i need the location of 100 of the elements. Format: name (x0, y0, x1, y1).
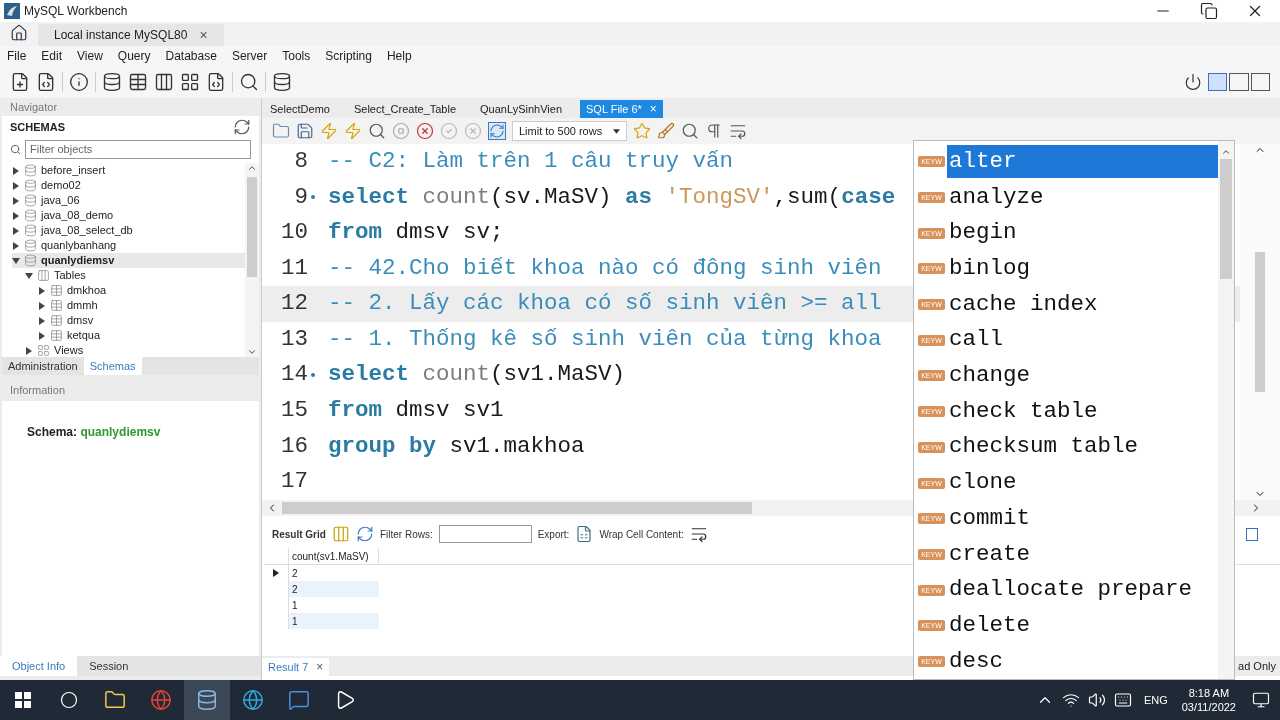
columns-icon[interactable] (154, 72, 174, 92)
database-icon[interactable] (272, 72, 292, 92)
pilcrow-icon[interactable] (705, 122, 723, 140)
scroll-thumb[interactable] (1220, 159, 1232, 279)
menu-item[interactable]: View (77, 47, 103, 65)
schema-info: Schema: quanlydiemsv (27, 425, 161, 439)
notification-icon[interactable] (1252, 691, 1270, 709)
filter-label: Filter Rows: (379, 527, 433, 542)
volume-icon[interactable] (1087, 691, 1106, 709)
tab-close-icon[interactable]: × (649, 100, 657, 118)
panel-tab[interactable]: Schemas (83, 357, 142, 375)
database-icon[interactable] (102, 72, 122, 92)
tree-item[interactable]: dmkhoa (38, 283, 245, 298)
tree-item[interactable]: java_06 (12, 193, 245, 208)
tree-item[interactable]: quanlybanhang (12, 238, 245, 253)
scroll-thumb[interactable] (247, 177, 257, 277)
browser-icon[interactable] (150, 689, 172, 711)
tree-item[interactable]: quanlydiemsv (12, 253, 245, 268)
menu-item[interactable]: Scripting (325, 47, 372, 65)
file-icon[interactable] (36, 72, 56, 92)
scroll-down-icon[interactable] (247, 347, 257, 357)
menu-item[interactable]: Tools (282, 47, 311, 65)
scrollbar[interactable] (245, 163, 259, 357)
code-line: -- 2. Lấy các khoa có số sinh viên >= all (328, 289, 882, 319)
result-tab[interactable]: Result 7 × (262, 658, 330, 676)
panel-tab[interactable]: Administration (2, 357, 84, 375)
table-icon (50, 329, 63, 342)
scroll-up-icon[interactable] (1221, 147, 1231, 157)
table-cell: 1 (289, 613, 379, 629)
app-logo-icon (4, 3, 20, 19)
limit-select[interactable]: Limit to 500 rows (512, 121, 627, 141)
tree-item[interactable]: dmsv (38, 313, 245, 328)
scrollbar[interactable] (1218, 141, 1234, 679)
grid-icon[interactable] (180, 72, 200, 92)
code-line: select count(sv1.MaSV) (328, 360, 626, 390)
tree-item[interactable]: Tables (25, 268, 245, 283)
power-icon[interactable] (1184, 73, 1202, 91)
clock[interactable]: 8:18 AM 03/11/2022 (1181, 686, 1236, 714)
tree-item[interactable]: demo02 (12, 178, 245, 193)
menu-item[interactable]: Help (386, 47, 412, 65)
tree-item[interactable]: java_08_select_db (12, 223, 245, 238)
menu-item[interactable]: File (7, 47, 27, 65)
refresh-icon[interactable] (355, 525, 374, 543)
filter-field[interactable] (438, 525, 532, 543)
folder-icon[interactable] (104, 689, 126, 711)
tab-close-icon[interactable]: × (199, 24, 208, 46)
connection-tab[interactable]: Local instance MySQL80 × (38, 24, 224, 46)
panel-tab[interactable]: Object Info (0, 656, 78, 676)
tree-item[interactable]: java_08_demo (12, 208, 245, 223)
editor-tab[interactable]: SelectDemo (264, 100, 336, 118)
tree-item[interactable]: Views (25, 343, 245, 357)
editor-tab[interactable]: QuanLySinhVien (474, 100, 568, 118)
scrollbar[interactable] (1240, 144, 1280, 500)
tree-label: java_06 (41, 193, 80, 209)
panel-toggle-icon[interactable] (1246, 527, 1258, 541)
menu-item[interactable]: Database (165, 47, 217, 65)
tree-label: dmsv (67, 313, 94, 329)
layout-toggle[interactable] (1208, 73, 1270, 91)
home-icon[interactable] (10, 24, 28, 42)
line-number: 8 (294, 146, 308, 176)
wrap-icon[interactable] (729, 122, 747, 140)
autocommit-icon[interactable] (488, 122, 506, 140)
editor-tab[interactable]: Select_Create_Table (347, 100, 463, 118)
error-toggle-icon[interactable] (416, 122, 434, 140)
function-icon[interactable] (206, 72, 226, 92)
scroll-up-icon[interactable] (247, 163, 257, 173)
wrap-icon[interactable] (689, 525, 708, 543)
restore-icon[interactable] (1200, 2, 1218, 20)
editor-tab[interactable]: SQL File 6* × (580, 100, 663, 118)
save-icon[interactable] (296, 122, 314, 140)
brush-icon[interactable] (657, 122, 675, 140)
tab-close-icon[interactable]: × (316, 658, 324, 676)
window-title: MySQL Workbench (24, 3, 128, 20)
code-line: from dmsv sv; (328, 218, 504, 248)
browser-icon[interactable] (242, 689, 264, 711)
filter-field[interactable]: Filter objects (25, 139, 251, 159)
table-icon[interactable] (128, 72, 148, 92)
menu-item[interactable]: Query (117, 47, 151, 65)
language-indicator[interactable]: ENG (1143, 691, 1168, 709)
refresh-icon[interactable] (233, 118, 251, 136)
star-icon[interactable] (633, 122, 651, 140)
menu-item[interactable]: Server (231, 47, 268, 65)
scroll-thumb[interactable] (1255, 252, 1265, 392)
database-icon (24, 224, 37, 237)
chat-icon[interactable] (288, 689, 310, 711)
scroll-thumb[interactable] (282, 502, 752, 514)
tree-item[interactable]: ketqua (38, 328, 245, 343)
tree-item[interactable]: before_insert (12, 163, 245, 178)
export-icon[interactable] (575, 525, 594, 543)
code-line: select count(sv.MaSV) as 'TongSV',sum(case (328, 182, 896, 212)
result-grid-label[interactable]: Result Grid (272, 526, 326, 542)
workbench-icon[interactable] (196, 689, 218, 711)
keyboard-icon[interactable] (1113, 691, 1132, 709)
start-icon[interactable] (15, 692, 31, 708)
new-file-icon[interactable] (10, 72, 30, 92)
menu-item[interactable]: Edit (41, 47, 63, 65)
info-icon[interactable] (69, 72, 89, 92)
column-header[interactable]: count(sv1.MaSV) (289, 548, 379, 564)
panel-tab[interactable]: Session (77, 656, 141, 676)
tree-item[interactable]: dmmh (38, 298, 245, 313)
